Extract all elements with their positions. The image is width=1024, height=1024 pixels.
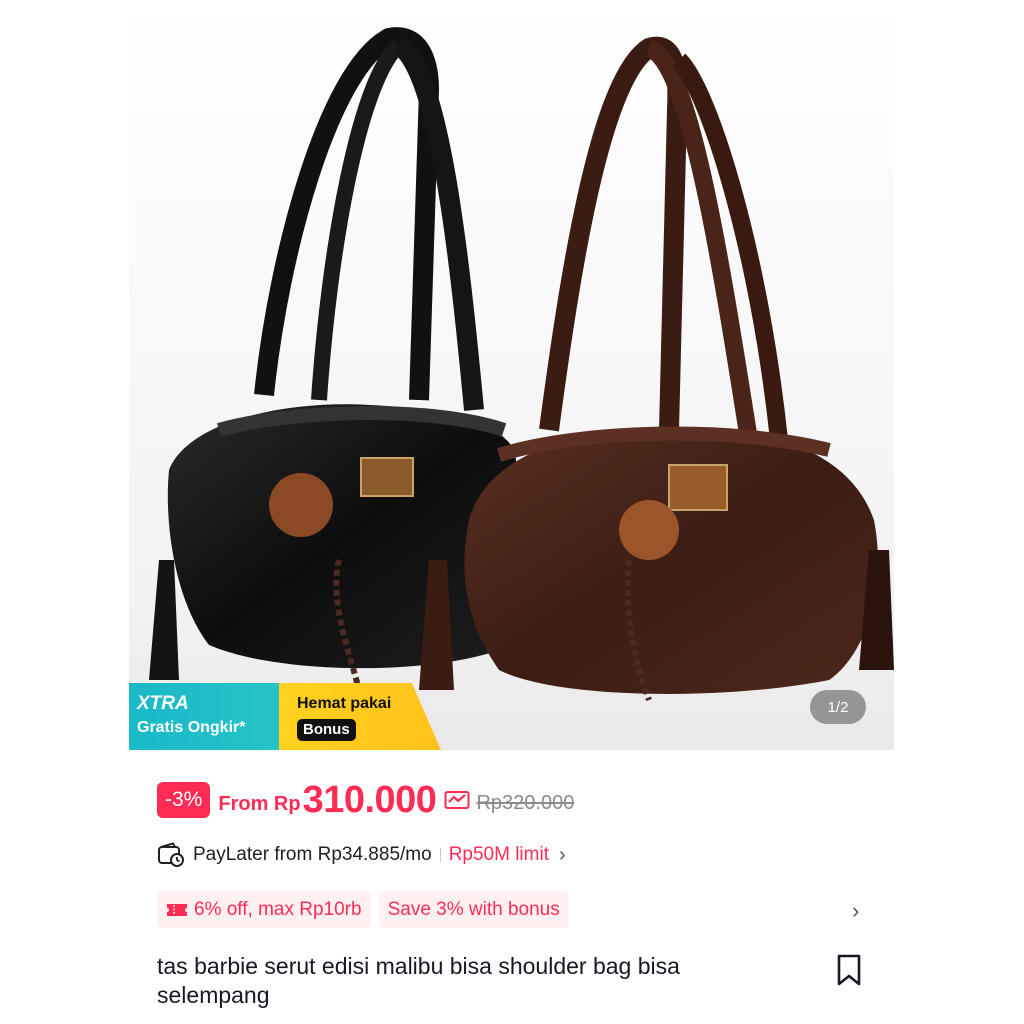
image-counter: 1/2 [810, 690, 866, 724]
current-price: 310.000 [302, 778, 437, 821]
xtra-title: XTRA [137, 693, 189, 714]
coupon-icon [167, 903, 187, 916]
xtra-subtitle: Gratis Ongkir* [137, 719, 246, 736]
hemat-bonus-badge: Hemat pakai Bonus [279, 683, 441, 750]
price-prefix: From Rp [218, 792, 301, 815]
voucher-chip-bonus[interactable]: Save 3% with bonus [378, 891, 569, 928]
product-photo [129, 0, 894, 750]
voucher-row[interactable]: 6% off, max Rp10rb Save 3% with bonus [157, 891, 569, 928]
product-title: tas barbie serut edisi malibu bisa shoul… [157, 953, 680, 1008]
chevron-right-icon: › [559, 843, 566, 866]
hemat-title: Hemat pakai [297, 695, 392, 712]
paylater-row[interactable]: PayLater from Rp34.885/mo Rp50M limit › [157, 840, 566, 870]
paylater-separator [439, 848, 441, 862]
voucher-label: 6% off, max Rp10rb [194, 899, 362, 920]
bookmark-icon[interactable] [835, 953, 863, 987]
voucher-chip-discount[interactable]: 6% off, max Rp10rb [157, 891, 371, 928]
price-row: -3% From Rp 310.000 Rp320.000 [157, 775, 574, 825]
bonus-label: Bonus [297, 719, 356, 741]
discount-badge: -3% [157, 782, 211, 818]
promo-banner: XTRA Gratis Ongkir* Hemat pakai Bonus [129, 683, 441, 750]
paylater-text: PayLater from Rp34.885/mo [193, 844, 432, 865]
paylater-limit: Rp50M limit [448, 844, 549, 865]
product-image-gallery[interactable]: XTRA Gratis Ongkir* Hemat pakai Bonus 1/… [129, 0, 894, 750]
chevron-right-icon[interactable]: › [852, 898, 859, 924]
price-drop-icon [444, 791, 470, 809]
original-price: Rp320.000 [476, 791, 575, 814]
xtra-free-shipping-badge: XTRA Gratis Ongkir* [129, 683, 289, 750]
voucher-label: Save 3% with bonus [387, 899, 560, 920]
paylater-wallet-icon [158, 842, 184, 867]
